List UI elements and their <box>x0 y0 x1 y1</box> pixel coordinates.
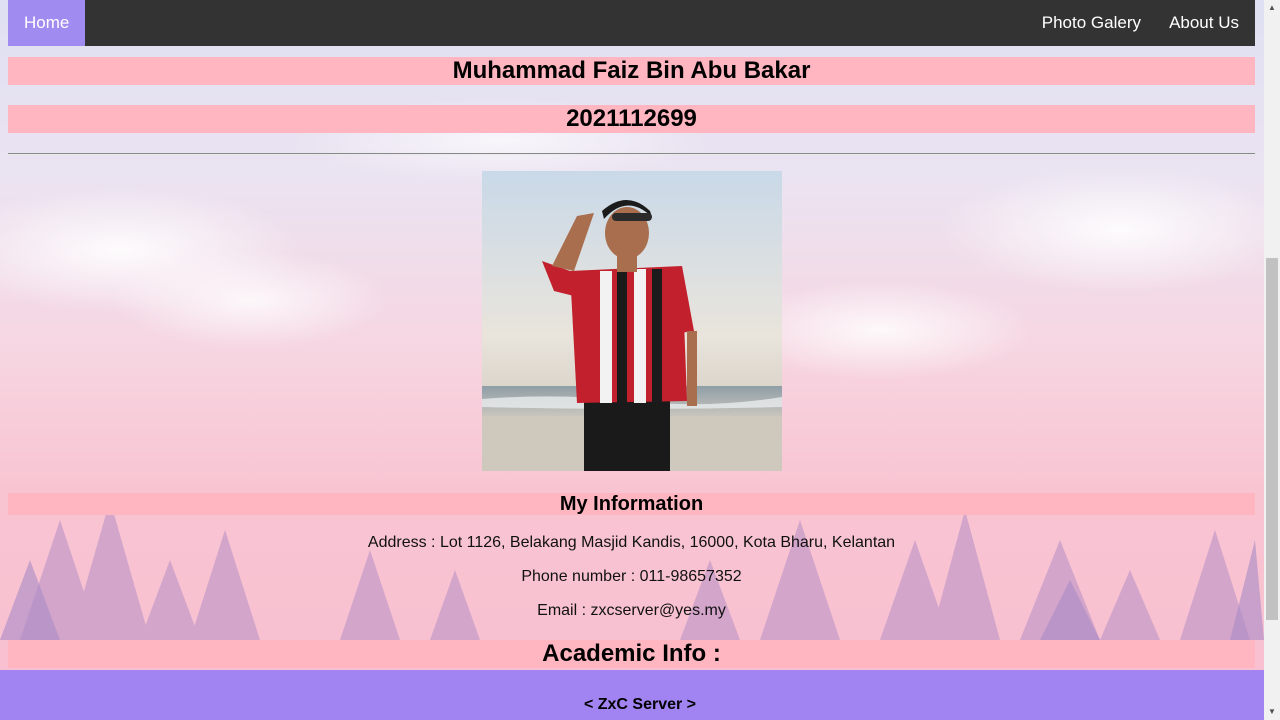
email-text: Email : zxcserver@yes.my <box>537 602 726 619</box>
vertical-scrollbar[interactable]: ▲ ▼ <box>1264 0 1280 720</box>
page-footer: < ZxC Server > <box>0 670 1264 720</box>
scroll-up-arrow-icon[interactable]: ▲ <box>1264 0 1280 16</box>
profile-photo <box>482 171 782 471</box>
nav-about-us-link[interactable]: About Us <box>1153 0 1255 46</box>
nav-photo-gallery-link[interactable]: Photo Galery <box>1026 0 1157 46</box>
phone-number-text: Phone number : 011-98657352 <box>521 568 742 585</box>
academic-info-heading: Academic Info : <box>8 640 1255 668</box>
top-navbar: Home Photo Galery About Us <box>8 0 1255 46</box>
scrollbar-thumb[interactable] <box>1266 258 1278 620</box>
nav-home-link[interactable]: Home <box>8 0 86 46</box>
footer-text: < ZxC Server > <box>583 696 697 713</box>
address-text: Address : Lot 1126, Belakang Masjid Kand… <box>367 534 896 551</box>
my-information-heading: My Information <box>8 493 1255 515</box>
profile-name-heading: Muhammad Faiz Bin Abu Bakar <box>8 57 1255 85</box>
student-id-heading: 2021112699 <box>8 105 1255 133</box>
scroll-down-arrow-icon[interactable]: ▼ <box>1264 704 1280 720</box>
horizontal-divider <box>8 153 1255 155</box>
